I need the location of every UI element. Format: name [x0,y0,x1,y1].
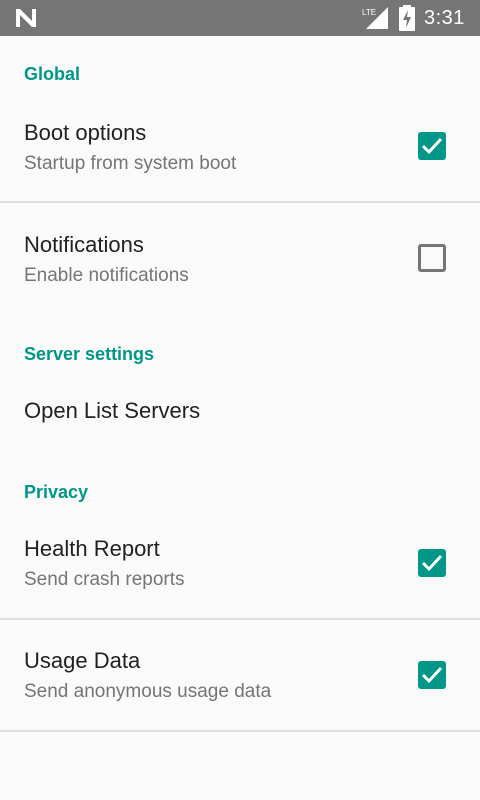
divider [0,201,480,203]
pref-notifications[interactable]: Notifications Enable notifications [0,228,480,314]
divider [0,730,480,732]
divider [0,618,480,620]
pref-usage-data[interactable]: Usage Data Send anonymous usage data [0,644,480,730]
lte-signal-icon: LTE [362,7,388,29]
checkmark-icon [421,554,443,572]
pref-open-list-servers[interactable]: Open List Servers [0,388,480,448]
status-bar: LTE 3:31 [0,0,480,36]
usage-data-checkbox[interactable] [418,661,446,689]
boot-options-checkbox[interactable] [418,132,446,160]
pref-boot-options-title: Boot options [24,120,147,145]
battery-charging-icon [399,5,415,31]
pref-usage-data-summary: Send anonymous usage data [24,681,272,702]
pref-notifications-summary: Enable notifications [24,265,189,286]
pref-usage-data-title: Usage Data [24,648,141,673]
status-clock: 3:31 [424,7,465,29]
pref-health-report-summary: Send crash reports [24,569,185,590]
section-header-global: Global [24,64,81,84]
pref-open-list-servers-title: Open List Servers [24,398,201,423]
checkmark-icon [421,666,443,684]
pref-boot-options[interactable]: Boot options Startup from system boot [0,116,480,202]
android-n-icon [16,9,36,27]
pref-notifications-title: Notifications [24,232,144,257]
notifications-checkbox[interactable] [418,244,446,272]
pref-boot-options-summary: Startup from system boot [24,153,237,174]
network-type-label: LTE [362,8,376,17]
health-report-checkbox[interactable] [418,549,446,577]
section-header-privacy: Privacy [24,482,89,502]
checkmark-icon [421,137,443,155]
pref-health-report-title: Health Report [24,536,160,561]
section-header-server-settings: Server settings [24,344,155,364]
pref-health-report[interactable]: Health Report Send crash reports [0,532,480,618]
